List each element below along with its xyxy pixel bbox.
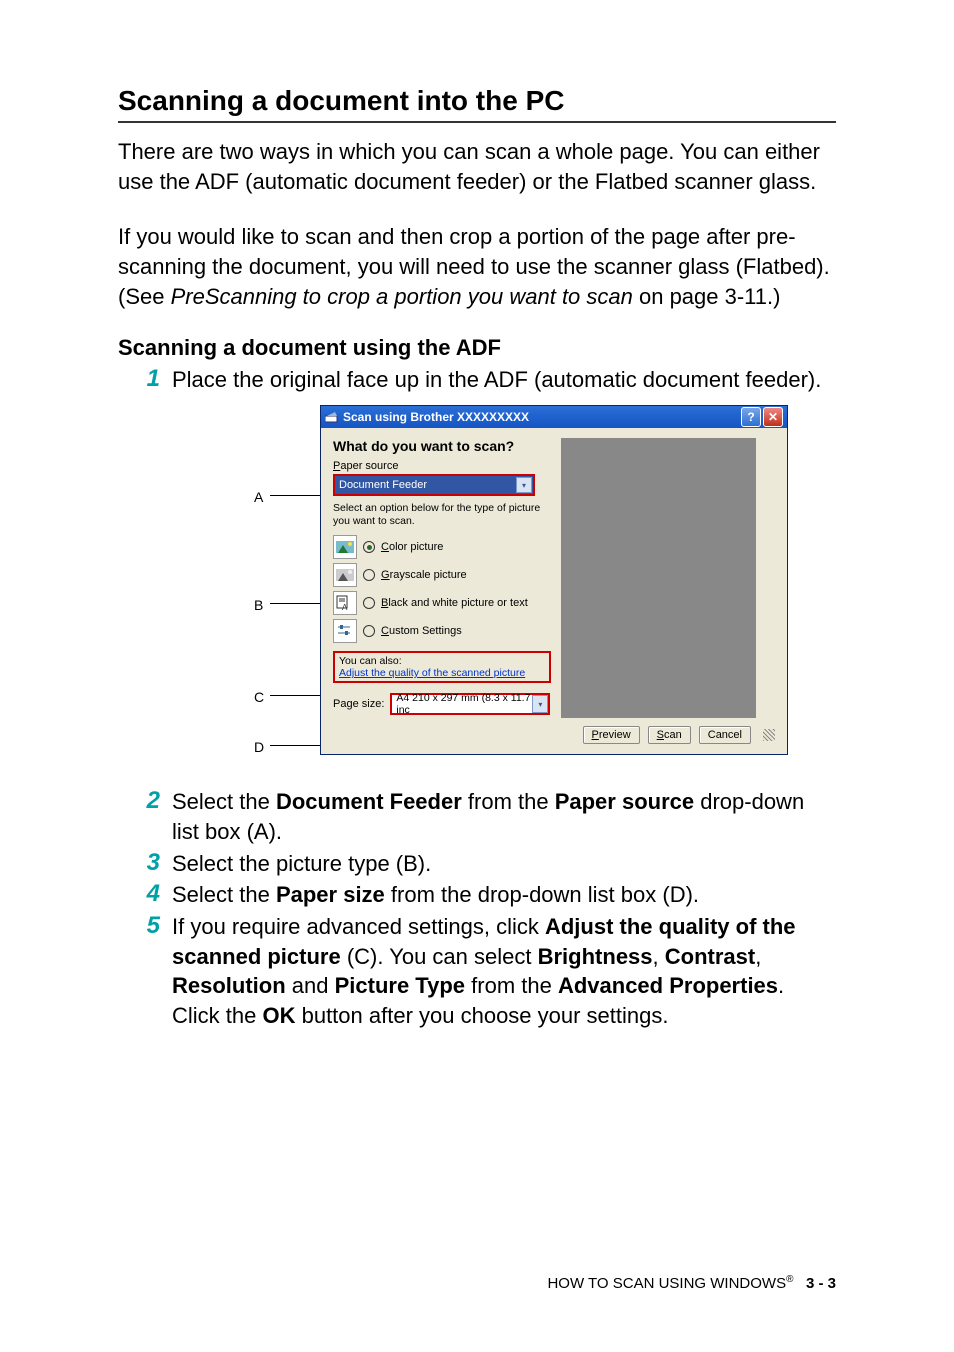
page-title: Scanning a document into the PC <box>118 85 836 123</box>
callout-B: B <box>254 597 263 613</box>
callout-D: D <box>254 739 264 755</box>
page-number: 3 - 3 <box>806 1275 836 1292</box>
step-number: 4 <box>118 880 172 908</box>
chevron-down-icon[interactable]: ▾ <box>516 477 532 493</box>
help-button[interactable]: ? <box>741 407 761 427</box>
radio-icon <box>363 569 375 581</box>
step-number: 5 <box>118 912 172 940</box>
radio-icon <box>363 597 375 609</box>
option-custom[interactable]: Custom Settings <box>333 617 551 645</box>
option-grayscale[interactable]: Grayscale picture <box>333 561 551 589</box>
option-label: Custom Settings <box>381 625 462 637</box>
dialog-left-column: What do you want to scan? Paper source D… <box>333 438 551 718</box>
option-label: Color picture <box>381 541 443 553</box>
instruction-text: Select an option below for the type of p… <box>333 502 551 527</box>
step-text: Select the picture type (B). <box>172 849 836 879</box>
option-label: Grayscale picture <box>381 569 467 581</box>
callout-line <box>270 603 322 604</box>
prescanning-link[interactable]: PreScanning to crop a portion you want t… <box>171 284 633 309</box>
preview-button[interactable]: Preview <box>583 726 640 744</box>
dialog-titlebar: Scan using Brother XXXXXXXXX ? ✕ <box>321 406 787 428</box>
scan-button[interactable]: Scan <box>648 726 691 744</box>
step-number: 2 <box>118 787 172 815</box>
combo-value: A4 210 x 297 mm (8.3 x 11.7 inc <box>396 692 544 716</box>
combo-value: Document Feeder <box>339 479 427 491</box>
step-number: 1 <box>118 365 172 393</box>
scan-dialog: Scan using Brother XXXXXXXXX ? ✕ What do… <box>320 405 788 755</box>
option-blackwhite[interactable]: A Black and white picture or text <box>333 589 551 617</box>
callout-line <box>270 695 322 696</box>
scanner-icon <box>325 410 339 424</box>
color-icon <box>333 535 357 559</box>
step-4: 4 Select the Paper size from the drop-do… <box>118 880 836 910</box>
step-text: Select the Paper size from the drop-down… <box>172 880 836 910</box>
grayscale-icon <box>333 563 357 587</box>
page-size-row: Page size: A4 210 x 297 mm (8.3 x 11.7 i… <box>333 693 551 715</box>
footer-text: HOW TO SCAN USING WINDOWS <box>547 1275 786 1292</box>
settings-icon <box>333 619 357 643</box>
intro-para-1: There are two ways in which you can scan… <box>118 137 836 196</box>
scan-dialog-figure: A B C D Scan using Brother XXXXXXXXX ? ✕… <box>180 405 836 775</box>
paper-source-combo[interactable]: Document Feeder ▾ <box>333 474 535 496</box>
callout-C: C <box>254 689 264 705</box>
dialog-footer: Preview Scan Cancel <box>321 726 787 754</box>
page-size-combo[interactable]: A4 210 x 297 mm (8.3 x 11.7 inc ▾ <box>390 693 550 715</box>
you-can-also-box: You can also: Adjust the quality of the … <box>333 651 551 683</box>
preview-area <box>561 438 756 718</box>
step-5: 5 If you require advanced settings, clic… <box>118 912 836 1031</box>
step-text: If you require advanced settings, click … <box>172 912 836 1031</box>
registered-mark: ® <box>786 1274 793 1285</box>
page-size-label: Page size: <box>333 698 384 710</box>
dialog-right-column <box>551 438 775 718</box>
paper-source-label: Paper source <box>333 460 551 472</box>
callout-A: A <box>254 489 263 505</box>
step-text: Place the original face up in the ADF (a… <box>172 365 836 395</box>
picture-type-group: Color picture Grayscale picture A <box>333 533 551 645</box>
chevron-down-icon[interactable]: ▾ <box>532 695 548 713</box>
callout-line <box>270 745 322 746</box>
dialog-title: Scan using Brother XXXXXXXXX <box>343 410 739 424</box>
dialog-body: What do you want to scan? Paper source D… <box>321 428 787 726</box>
page-footer: HOW TO SCAN USING WINDOWS® 3 - 3 <box>547 1274 836 1292</box>
section-subtitle: Scanning a document using the ADF <box>118 335 836 361</box>
step-text: Select the Document Feeder from the Pape… <box>172 787 836 846</box>
also-label: You can also: <box>339 655 545 667</box>
radio-icon <box>363 541 375 553</box>
dialog-heading: What do you want to scan? <box>333 438 551 454</box>
close-button[interactable]: ✕ <box>763 407 783 427</box>
para2-text-b: on page 3-11.) <box>633 284 781 309</box>
step-1: 1 Place the original face up in the ADF … <box>118 365 836 395</box>
cancel-button[interactable]: Cancel <box>699 726 751 744</box>
option-label: Black and white picture or text <box>381 597 528 609</box>
svg-text:A: A <box>342 603 348 611</box>
step-3: 3 Select the picture type (B). <box>118 849 836 879</box>
text-icon: A <box>333 591 357 615</box>
adjust-quality-link[interactable]: Adjust the quality of the scanned pictur… <box>339 667 545 679</box>
step-number: 3 <box>118 849 172 877</box>
option-color[interactable]: Color picture <box>333 533 551 561</box>
step-2: 2 Select the Document Feeder from the Pa… <box>118 787 836 846</box>
intro-para-2: If you would like to scan and then crop … <box>118 222 836 311</box>
radio-icon <box>363 625 375 637</box>
callout-line <box>270 495 322 496</box>
resize-grip-icon[interactable] <box>763 729 775 741</box>
